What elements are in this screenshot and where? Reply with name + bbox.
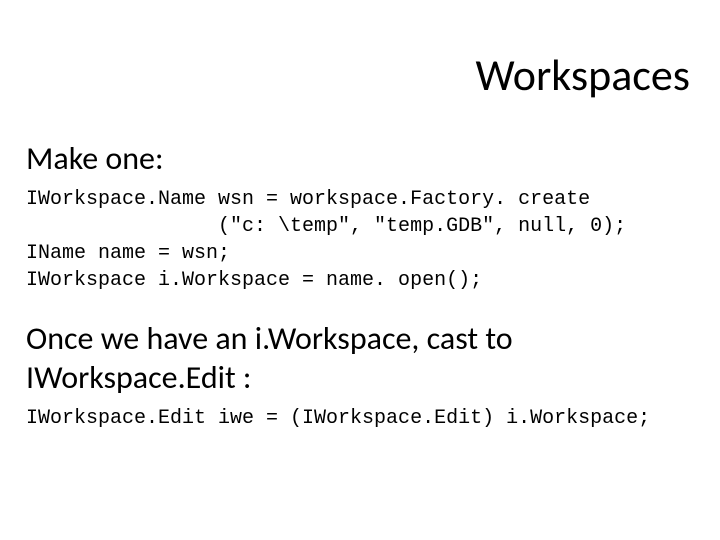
section-heading-make-one: Make one: bbox=[26, 140, 690, 178]
slide: Workspaces Make one: IWorkspace.Name wsn… bbox=[0, 0, 720, 540]
slide-body: Make one: IWorkspace.Name wsn = workspac… bbox=[26, 140, 690, 448]
code-block-2: IWorkspace.Edit iwe = (IWorkspace.Edit) … bbox=[26, 405, 690, 432]
code-line: IWorkspace i.Workspace = name. open(); bbox=[26, 269, 482, 292]
code-line: IWorkspace.Name wsn = workspace.Factory.… bbox=[26, 188, 590, 211]
code-line: IWorkspace.Edit iwe = (IWorkspace.Edit) … bbox=[26, 407, 650, 430]
section-heading-cast: Once we have an i.Workspace, cast to IWo… bbox=[26, 320, 690, 397]
code-line: ("c: \temp", "temp.GDB", null, 0); bbox=[26, 215, 626, 238]
slide-title: Workspaces bbox=[475, 48, 690, 102]
code-block-1: IWorkspace.Name wsn = workspace.Factory.… bbox=[26, 186, 690, 294]
code-line: IName name = wsn; bbox=[26, 242, 230, 265]
